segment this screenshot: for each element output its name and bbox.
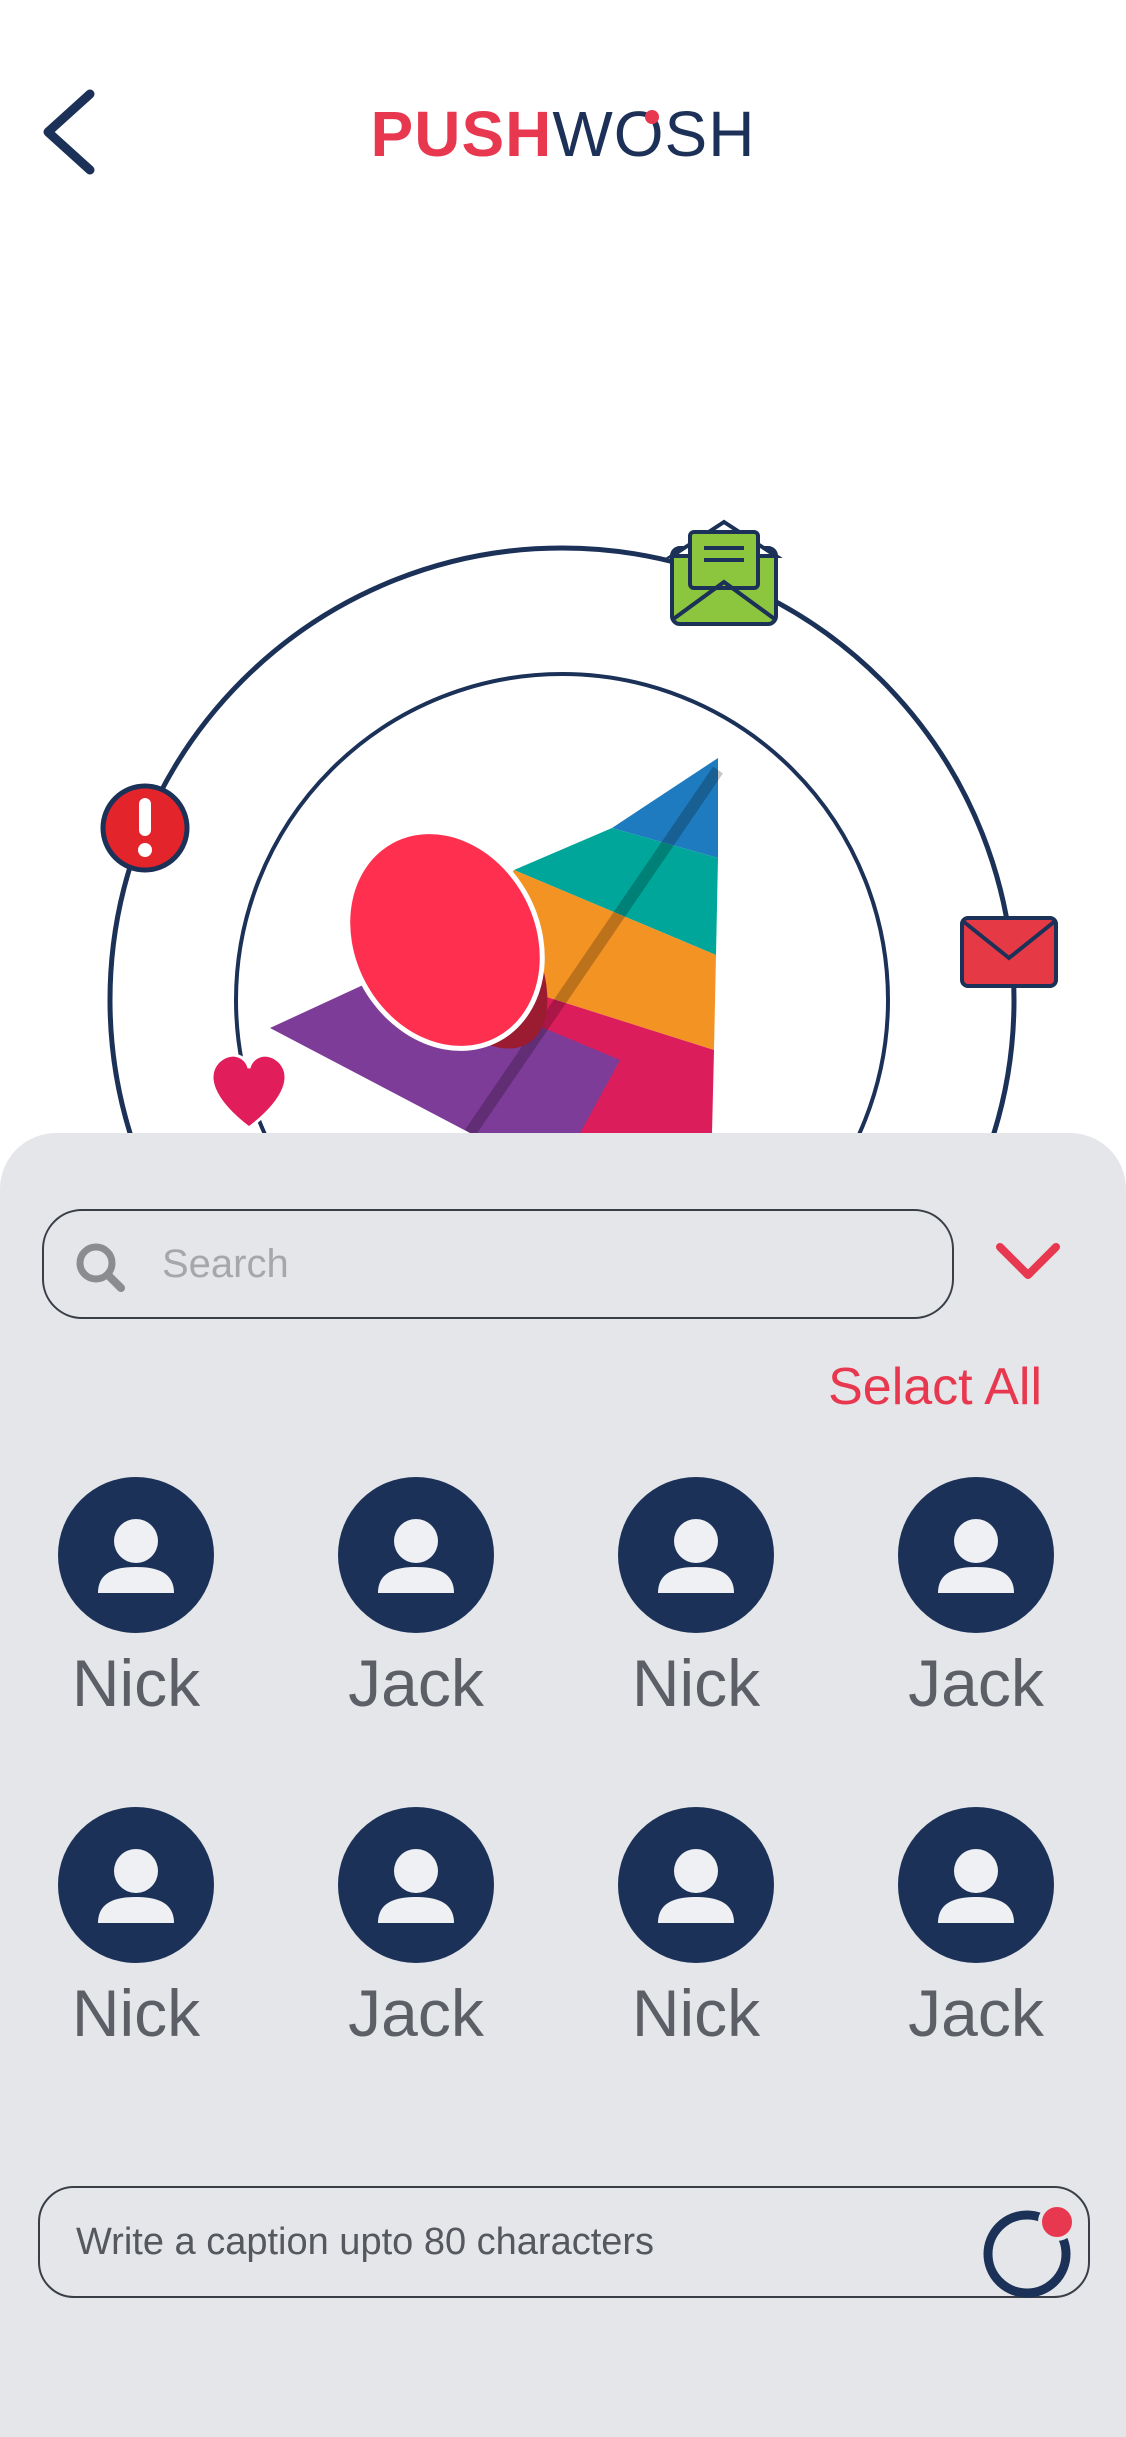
select-all-button[interactable]: Selact All: [828, 1357, 1042, 1417]
contact-name: Jack: [908, 1976, 1044, 2050]
user-icon: [658, 1849, 734, 1923]
contact-name: Jack: [908, 1646, 1044, 1720]
chevron-down-icon: [996, 1243, 1060, 1279]
logo-text-w: W: [552, 98, 614, 170]
contact-name: Nick: [631, 1976, 761, 2050]
hero-illustration: [0, 460, 1126, 1160]
avatar: [898, 1807, 1054, 1963]
app-header: PUSHWO SH: [0, 0, 1126, 270]
search-input[interactable]: [162, 1211, 922, 1317]
contact-name: Jack: [348, 1976, 484, 2050]
contact-item[interactable]: Jack: [316, 1477, 516, 1723]
avatar: [338, 1477, 494, 1633]
avatar: [618, 1807, 774, 1963]
contact-name: Nick: [631, 1646, 761, 1720]
contact-name: Jack: [348, 1646, 484, 1720]
logo-text-sh: SH: [664, 98, 756, 170]
avatar: [898, 1477, 1054, 1633]
avatar: [618, 1477, 774, 1633]
heart-icon: [210, 1053, 288, 1130]
contact-item[interactable]: Nick: [36, 1477, 236, 1723]
caption-input[interactable]: [76, 2188, 956, 2296]
search-icon: [76, 1243, 125, 1292]
logo-dot: [644, 110, 659, 124]
envelope-icon: [960, 916, 1058, 988]
contact-item[interactable]: Jack: [876, 1477, 1076, 1723]
open-envelope-icon: [665, 519, 783, 626]
caption-bar[interactable]: [38, 2186, 1090, 2298]
user-icon: [98, 1519, 174, 1593]
contact-item[interactable]: Nick: [596, 1477, 796, 1723]
avatar: [58, 1477, 214, 1633]
contact-name: Nick: [71, 1976, 201, 2050]
contact-item[interactable]: Jack: [876, 1807, 1076, 2053]
user-icon: [938, 1849, 1014, 1923]
user-icon: [938, 1519, 1014, 1593]
pushwosh-send-icon: [983, 2203, 1076, 2298]
contact-item[interactable]: Nick: [596, 1807, 796, 2053]
user-icon: [658, 1519, 734, 1593]
avatar: [338, 1807, 494, 1963]
search-bar[interactable]: [42, 1209, 954, 1319]
send-button[interactable]: [980, 2194, 1090, 2304]
logo-text-o: O: [613, 98, 665, 170]
logo-text-push: PUSH: [370, 98, 553, 170]
app-logo: PUSHWO SH: [0, 96, 1126, 172]
user-icon: [378, 1519, 454, 1593]
contact-name: Nick: [71, 1646, 201, 1720]
expand-toggle-button[interactable]: [990, 1233, 1066, 1293]
contact-item[interactable]: Jack: [316, 1807, 516, 2053]
alert-icon: [100, 783, 190, 873]
contact-picker-sheet: Selact All Nick Jack Nick Jack Nick Jack Nick J…: [0, 1133, 1126, 2437]
avatar: [58, 1807, 214, 1963]
user-icon: [378, 1849, 454, 1923]
user-icon: [98, 1849, 174, 1923]
contact-item[interactable]: Nick: [36, 1807, 236, 2053]
